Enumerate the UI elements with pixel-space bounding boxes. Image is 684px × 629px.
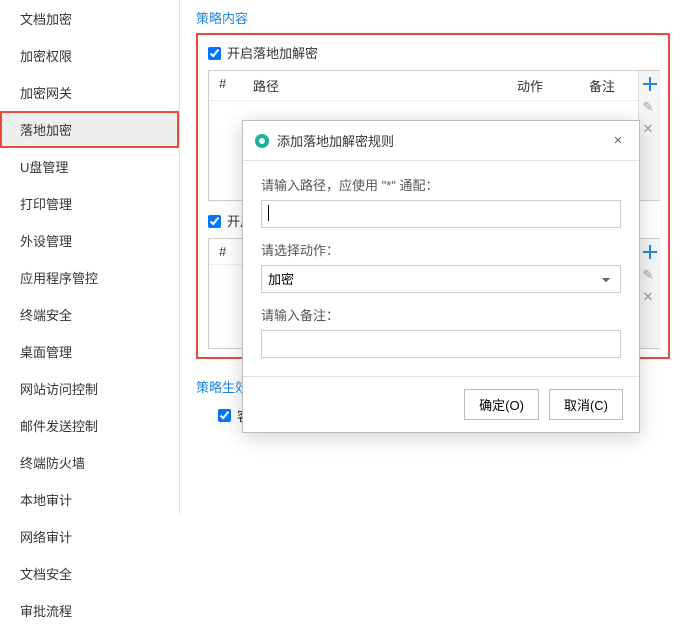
sidebar-item-net-audit[interactable]: 网络审计 (0, 518, 179, 555)
sidebar-item-app-control[interactable]: 应用程序管控 (0, 259, 179, 296)
enable-landing-checkbox[interactable] (208, 47, 221, 60)
section-title-policy: 策略内容 (196, 8, 670, 27)
sidebar-item-peripheral[interactable]: 外设管理 (0, 222, 179, 259)
sidebar-item-encrypt-gateway[interactable]: 加密网关 (0, 74, 179, 111)
enable-second-checkbox[interactable] (208, 215, 221, 228)
add-icon[interactable] (643, 245, 657, 259)
sidebar-item-local-audit[interactable]: 本地审计 (0, 481, 179, 518)
sidebar-item-terminal-security[interactable]: 终端安全 (0, 296, 179, 333)
edit-icon[interactable] (643, 99, 657, 113)
add-rule-dialog: 添加落地加解密规则 × 请输入路径，应使用 "*" 通配： 请选择动作： 加密 … (242, 120, 640, 433)
delete-icon[interactable] (643, 121, 657, 135)
dialog-icon (255, 134, 269, 148)
sidebar-item-approval[interactable]: 审批流程 (0, 592, 179, 629)
sidebar-item-doc-security[interactable]: 文档安全 (0, 555, 179, 592)
enable-landing-row: 开启落地加解密 (208, 43, 660, 70)
remark-input[interactable] (261, 330, 621, 358)
sidebar-item-firewall[interactable]: 终端防火墙 (0, 444, 179, 481)
sidebar-item-encrypt-perm[interactable]: 加密权限 (0, 37, 179, 74)
table-side-toolbar-2 (638, 239, 660, 348)
remark-label: 请输入备注： (261, 305, 621, 324)
sidebar: 文档加密 加密权限 加密网关 落地加密 U盘管理 打印管理 外设管理 应用程序管… (0, 0, 180, 514)
ok-button[interactable]: 确定(O) (464, 389, 539, 420)
sidebar-item-doc-encrypt[interactable]: 文档加密 (0, 0, 179, 37)
close-icon[interactable]: × (609, 132, 627, 149)
sidebar-item-landing-encrypt[interactable]: 落地加密 (0, 111, 179, 148)
sidebar-item-usb[interactable]: U盘管理 (0, 148, 179, 185)
path-input[interactable] (261, 200, 621, 228)
th-path: 路径 (253, 76, 517, 95)
sidebar-item-desktop[interactable]: 桌面管理 (0, 333, 179, 370)
table-side-toolbar (638, 71, 660, 200)
action-select[interactable]: 加密 (261, 265, 621, 293)
sidebar-item-print[interactable]: 打印管理 (0, 185, 179, 222)
action-label: 请选择动作： (261, 240, 621, 259)
th-action: 动作 (517, 76, 589, 95)
dialog-header: 添加落地加解密规则 × (243, 121, 639, 161)
path-label: 请输入路径，应使用 "*" 通配： (261, 175, 621, 194)
edit-icon[interactable] (643, 267, 657, 281)
th-hash: # (219, 76, 253, 95)
dialog-body: 请输入路径，应使用 "*" 通配： 请选择动作： 加密 请输入备注： (243, 161, 639, 376)
table-header: # 路径 动作 备注 (209, 71, 659, 100)
sidebar-item-web-access[interactable]: 网站访问控制 (0, 370, 179, 407)
cancel-button[interactable]: 取消(C) (549, 389, 623, 420)
dialog-title: 添加落地加解密规则 (277, 131, 609, 150)
delete-icon[interactable] (643, 289, 657, 303)
sidebar-item-mail[interactable]: 邮件发送控制 (0, 407, 179, 444)
client-online-checkbox[interactable] (218, 409, 231, 422)
enable-landing-label: 开启落地加解密 (227, 43, 318, 62)
dialog-footer: 确定(O) 取消(C) (243, 376, 639, 432)
add-icon[interactable] (643, 77, 657, 91)
